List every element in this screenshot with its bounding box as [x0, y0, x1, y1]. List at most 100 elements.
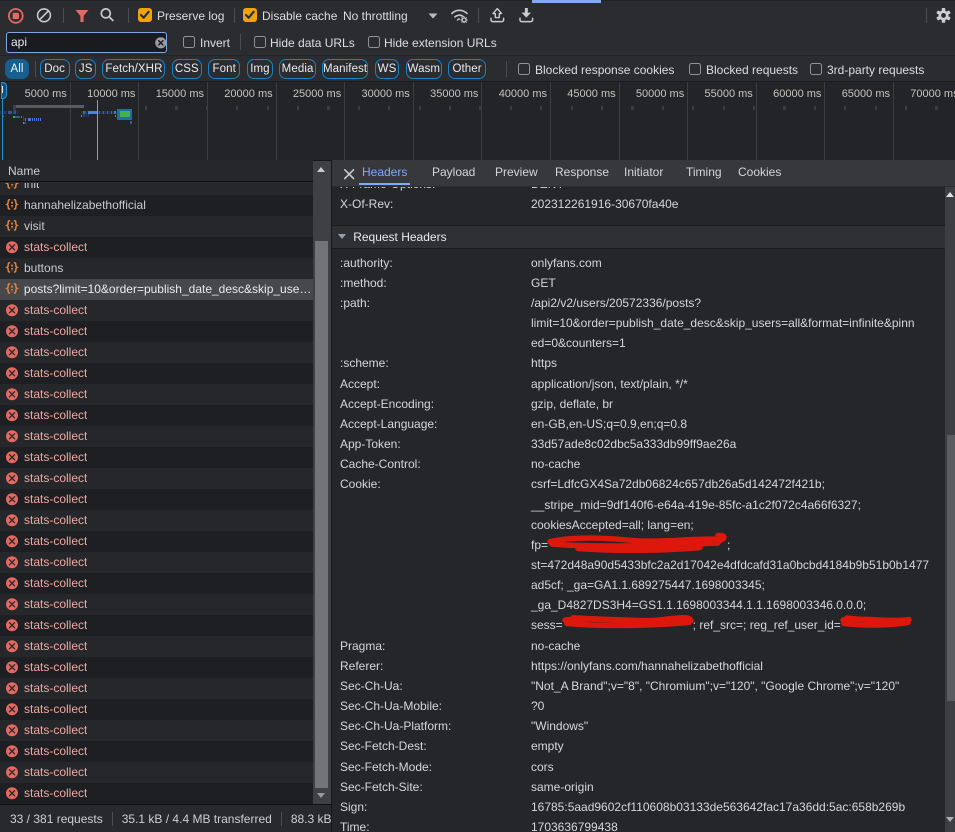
header-value: gzip, deflate, br [531, 394, 613, 414]
request-name: stats-collect [24, 324, 87, 338]
type-filter-ws[interactable]: WS [375, 59, 400, 79]
details-tab-payload[interactable]: Payload [432, 160, 475, 187]
request-row[interactable]: stats-collect [0, 384, 313, 405]
type-filter-css[interactable]: CSS [172, 59, 202, 79]
third-party-requests-label[interactable]: 3rd-party requests [827, 63, 924, 77]
request-row[interactable]: stats-collect [0, 426, 313, 447]
disable-cache-checkbox[interactable] [243, 8, 257, 22]
type-filter-all[interactable]: All [5, 59, 29, 79]
overview-gridline [687, 82, 688, 160]
request-row[interactable]: hannahelizabethofficial [0, 195, 313, 216]
request-row[interactable]: stats-collect [0, 678, 313, 699]
request-row[interactable]: buttons [0, 258, 313, 279]
type-filter-fetch-xhr[interactable]: Fetch/XHR [102, 59, 165, 79]
request-row[interactable]: stats-collect [0, 573, 313, 594]
header-value: onlyfans.com [531, 253, 602, 273]
request-row[interactable]: stats-collect [0, 594, 313, 615]
request-row[interactable]: stats-collect [0, 237, 313, 258]
request-row[interactable]: init [0, 183, 313, 195]
request-row[interactable]: stats-collect [0, 447, 313, 468]
hide-data-urls-checkbox[interactable] [254, 36, 266, 48]
details-tab-timing[interactable]: Timing [686, 160, 722, 187]
header-value: cors [531, 757, 554, 777]
type-filter-manifest[interactable]: Manifest [322, 59, 368, 79]
third-party-requests-checkbox[interactable] [810, 63, 822, 75]
filter-button[interactable] [75, 10, 89, 22]
invert-label[interactable]: Invert [200, 36, 230, 50]
request-row[interactable]: stats-collect [0, 300, 313, 321]
type-filter-wasm[interactable]: Wasm [406, 59, 442, 79]
record-button[interactable] [7, 7, 25, 25]
section-collapse-icon[interactable] [338, 234, 346, 239]
preserve-log-label[interactable]: Preserve log [157, 9, 224, 23]
preserve-log-checkbox[interactable] [138, 8, 152, 22]
request-row[interactable]: stats-collect [0, 699, 313, 720]
failed-request-icon [5, 450, 19, 464]
scroll-down-arrow[interactable] [317, 793, 325, 798]
filter-toolbar: Invert Hide data URLs Hide extension URL… [0, 29, 955, 55]
blocked-requests-label[interactable]: Blocked requests [706, 63, 798, 77]
export-har-icon[interactable] [519, 7, 534, 23]
hide-extension-urls-label[interactable]: Hide extension URLs [384, 36, 497, 50]
type-filter-doc[interactable]: Doc [40, 59, 70, 79]
details-scroll-down-arrow[interactable] [946, 817, 954, 822]
settings-gear-icon[interactable] [935, 7, 952, 24]
clear-button[interactable] [36, 7, 53, 24]
request-row[interactable]: stats-collect [0, 552, 313, 573]
request-row[interactable]: posts?limit=10&order=publish_date_desc&s… [0, 279, 313, 300]
request-row[interactable]: stats-collect [0, 783, 313, 804]
request-row[interactable]: stats-collect [0, 468, 313, 489]
type-filter-font[interactable]: Font [208, 59, 240, 79]
details-tab-response[interactable]: Response [555, 160, 609, 187]
scroll-up-arrow[interactable] [317, 167, 325, 172]
request-row[interactable]: stats-collect [0, 363, 313, 384]
request-headers-section[interactable]: Request Headers [332, 225, 945, 250]
disable-cache-label[interactable]: Disable cache [262, 9, 337, 23]
details-tab-initiator[interactable]: Initiator [624, 160, 663, 187]
blocked-response-cookies-label[interactable]: Blocked response cookies [535, 63, 674, 77]
details-scrollbar-thumb[interactable] [947, 435, 955, 701]
request-row[interactable]: stats-collect [0, 321, 313, 342]
blocked-requests-checkbox[interactable] [689, 63, 701, 75]
search-button[interactable] [100, 8, 114, 22]
filter-clear-icon[interactable] [155, 37, 167, 49]
name-column-header[interactable]: Name [0, 160, 313, 182]
requests-scrollbar[interactable] [313, 161, 331, 804]
details-tab-headers[interactable]: Headers [362, 160, 407, 187]
type-filter-other[interactable]: Other [448, 59, 485, 79]
import-har-icon[interactable] [490, 7, 505, 23]
hide-data-urls-label[interactable]: Hide data URLs [270, 36, 355, 50]
request-row[interactable]: stats-collect [0, 741, 313, 762]
throttling-select[interactable]: No throttling [343, 9, 408, 23]
throttling-dropdown-icon[interactable] [428, 13, 438, 19]
overview-tick-label: 70000 ms [910, 88, 955, 100]
type-filter-img[interactable]: Img [247, 59, 274, 79]
details-scrollbar[interactable] [945, 187, 955, 832]
details-tab-cookies[interactable]: Cookies [738, 160, 781, 187]
request-row[interactable]: stats-collect [0, 762, 313, 783]
hide-extension-urls-checkbox[interactable] [368, 36, 380, 48]
type-filter-media[interactable]: Media [279, 59, 316, 79]
close-details-icon[interactable] [344, 169, 355, 180]
details-tab-preview[interactable]: Preview [495, 160, 538, 187]
request-row[interactable]: stats-collect [0, 531, 313, 552]
details-scroll-up-arrow[interactable] [946, 192, 954, 197]
header-value: 33d57ade8c02dbc5a333db99ff9ae26a [531, 434, 736, 454]
request-row[interactable]: stats-collect [0, 636, 313, 657]
failed-request-icon [5, 345, 19, 359]
request-row[interactable]: stats-collect [0, 510, 313, 531]
invert-checkbox[interactable] [183, 36, 195, 48]
network-overview-timeline[interactable]: 5000 ms10000 ms15000 ms20000 ms25000 ms3… [0, 82, 955, 160]
network-conditions-icon[interactable] [450, 7, 470, 23]
request-row[interactable]: visit [0, 216, 313, 237]
filter-input[interactable] [6, 32, 167, 53]
request-row[interactable]: stats-collect [0, 489, 313, 510]
request-row[interactable]: stats-collect [0, 720, 313, 741]
requests-scrollbar-thumb[interactable] [315, 241, 328, 788]
blocked-response-cookies-checkbox[interactable] [518, 63, 530, 75]
request-row[interactable]: stats-collect [0, 405, 313, 426]
request-row[interactable]: stats-collect [0, 657, 313, 678]
request-row[interactable]: stats-collect [0, 615, 313, 636]
request-row[interactable]: stats-collect [0, 342, 313, 363]
type-filter-js[interactable]: JS [75, 59, 96, 79]
